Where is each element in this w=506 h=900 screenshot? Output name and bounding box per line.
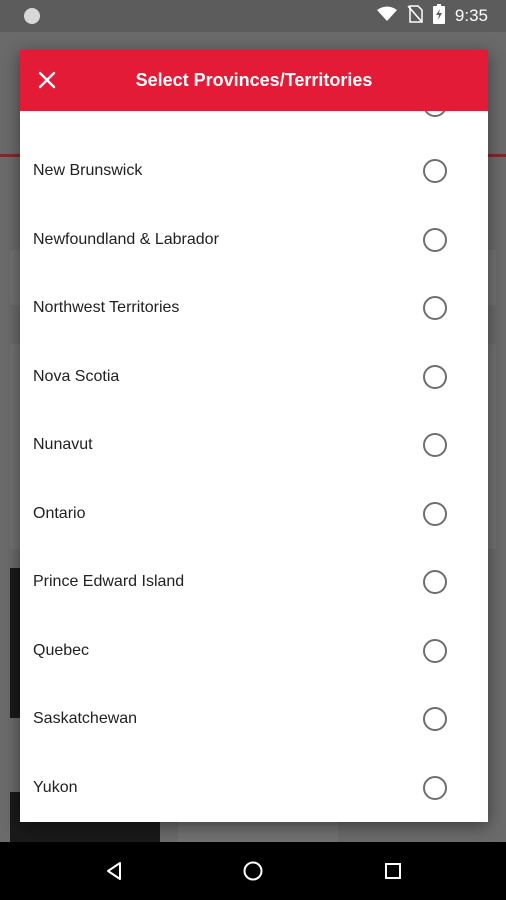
background-image [10, 568, 20, 718]
list-item[interactable]: Saskatchewan [20, 685, 488, 754]
radio-button[interactable] [423, 570, 447, 595]
list-item-label: Yukon [33, 778, 78, 796]
dialog-header: Select Provinces/Territories [20, 50, 488, 111]
list-item[interactable]: Prince Edward Island [20, 548, 488, 617]
battery-charging-icon [432, 3, 445, 29]
list-item[interactable]: Ontario [20, 480, 488, 549]
list-item-label: Prince Edward Island [33, 573, 185, 591]
list-item[interactable]: New Brunswick [20, 137, 488, 206]
list-item[interactable]: Northwest Territories [20, 274, 488, 343]
close-button[interactable] [32, 65, 62, 95]
radio-button[interactable] [423, 433, 447, 458]
dialog-title: Select Provinces/Territories [135, 70, 373, 90]
status-bar: 9:35 [0, 0, 506, 32]
status-time: 9:35 [454, 6, 488, 25]
list-item-label: Saskatchewan [33, 710, 138, 728]
radio-button[interactable] [423, 638, 447, 663]
list-item[interactable]: Yukon [20, 754, 488, 823]
list-item[interactable]: Nova Scotia [20, 343, 488, 412]
close-icon [38, 71, 56, 89]
list-item-label: New Brunswick [33, 162, 143, 180]
province-list[interactable]: New Brunswick Newfoundland & Labrador No… [20, 111, 488, 822]
radio-button[interactable] [423, 227, 447, 252]
list-item-label: Ontario [33, 504, 86, 522]
list-item[interactable]: Newfoundland & Labrador [20, 206, 488, 275]
radio-button[interactable] [423, 707, 447, 732]
list-item-label: Newfoundland & Labrador [33, 230, 219, 248]
back-button[interactable] [102, 859, 126, 883]
navigation-bar [0, 842, 506, 900]
list-item-label: Nunavut [33, 436, 93, 454]
radio-button[interactable] [423, 501, 447, 526]
radio-button[interactable] [423, 159, 447, 184]
list-item[interactable]: Nunavut [20, 411, 488, 480]
back-icon [107, 862, 121, 880]
notification-dot-icon [24, 8, 40, 24]
list-item-label: Nova Scotia [33, 367, 120, 385]
list-item[interactable]: Quebec [20, 617, 488, 686]
wifi-icon [376, 6, 397, 27]
province-select-dialog: Select Provinces/Territories New Brunswi… [20, 50, 488, 822]
home-button[interactable] [241, 859, 265, 883]
list-item-label: Quebec [33, 641, 90, 659]
radio-button[interactable] [423, 364, 447, 389]
recents-button[interactable] [381, 859, 405, 883]
radio-button[interactable] [423, 775, 447, 800]
province-list-items: New Brunswick Newfoundland & Labrador No… [20, 137, 488, 822]
status-icons: 9:35 [376, 0, 488, 32]
recents-icon [385, 863, 401, 879]
radio-button[interactable] [423, 111, 447, 117]
list-item-label: Northwest Territories [33, 299, 180, 317]
home-icon [243, 861, 263, 881]
no-sim-icon [407, 4, 423, 28]
radio-button[interactable] [423, 296, 447, 321]
